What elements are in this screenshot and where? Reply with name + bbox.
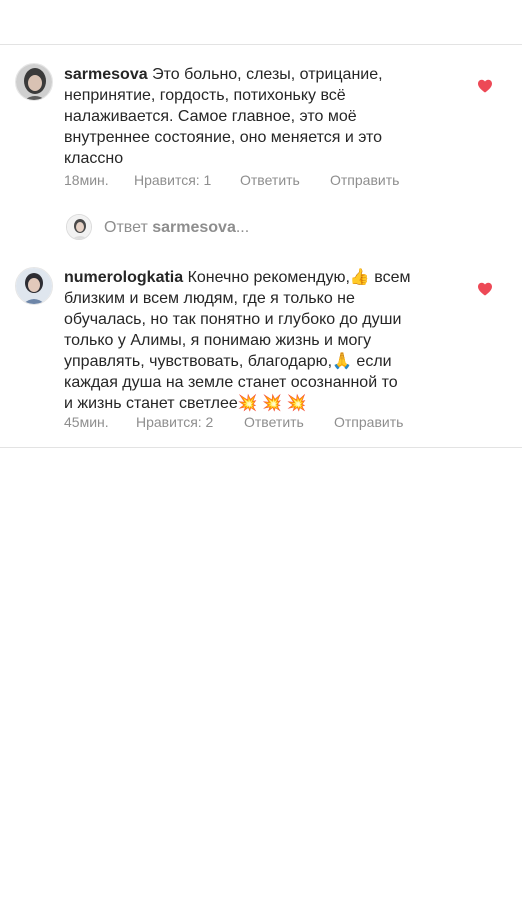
heart-icon[interactable] bbox=[477, 78, 493, 94]
bottom-divider bbox=[0, 447, 522, 448]
comment-text: numerologkatia Конечно рекомендую,👍 всем… bbox=[64, 267, 464, 414]
user-avatar-photo-icon bbox=[16, 268, 52, 304]
reply-avatar bbox=[66, 214, 92, 240]
reply-ellipsis: ... bbox=[235, 219, 250, 236]
heart-icon[interactable] bbox=[477, 281, 493, 297]
comment-meta: 45мин. Нравится: 2 Ответить Отправить bbox=[64, 412, 464, 432]
reply-username: sarmesova bbox=[152, 219, 236, 236]
comment-body: Конечно рекомендую,👍 всем близким и всем… bbox=[64, 269, 411, 412]
avatar[interactable] bbox=[15, 63, 53, 101]
reply-label[interactable]: Ответ sarmesova... bbox=[104, 217, 249, 238]
comment-username[interactable]: sarmesova bbox=[64, 66, 148, 83]
send-button[interactable]: Отправить bbox=[334, 412, 403, 432]
comment-text: sarmesova Это больно, слезы, отрицание, … bbox=[64, 64, 464, 169]
user-avatar-photo-icon bbox=[67, 215, 91, 239]
reply-button[interactable]: Ответить bbox=[240, 170, 300, 190]
top-divider bbox=[0, 44, 522, 45]
reply-prefix: Ответ bbox=[104, 219, 153, 236]
comment-time: 18мин. bbox=[64, 172, 109, 188]
likes-count-button[interactable]: Нравится: 1 bbox=[134, 170, 211, 190]
comment-username[interactable]: numerologkatia bbox=[64, 269, 183, 286]
user-avatar-photo-icon bbox=[16, 64, 52, 100]
likes-count-button[interactable]: Нравится: 2 bbox=[136, 412, 213, 432]
comment-time: 45мин. bbox=[64, 414, 109, 430]
send-button[interactable]: Отправить bbox=[330, 170, 399, 190]
reply-button[interactable]: Ответить bbox=[244, 412, 304, 432]
comment-meta: 18мин. Нравится: 1 Ответить Отправить bbox=[64, 170, 464, 190]
avatar[interactable] bbox=[15, 267, 53, 305]
